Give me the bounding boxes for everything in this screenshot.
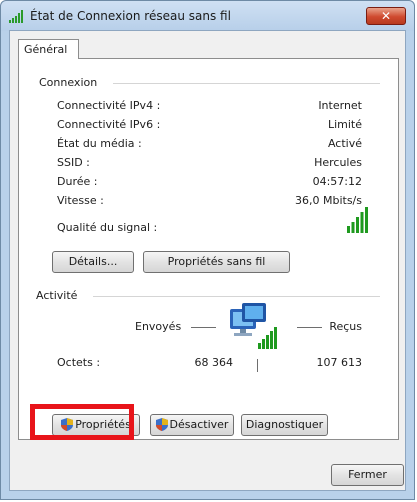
bytes-received-value: 107 613 [316, 356, 363, 369]
window-title: État de Connexion réseau sans fil [30, 9, 231, 23]
properties-highlight-box [30, 404, 134, 440]
bytes-label: Octets : [57, 356, 101, 369]
signal-quality-label: Qualité du signal : [57, 221, 158, 234]
details-button[interactable]: Détails... [52, 251, 134, 273]
signal-strength-icon [347, 207, 368, 233]
connection-group-divider [113, 83, 380, 84]
bytes-sent-value: 68 364 [194, 356, 234, 369]
sent-line [191, 327, 216, 328]
speed-value: 36,0 Mbits/s [295, 194, 362, 207]
bytes-separator [257, 359, 258, 372]
media-state-label: État du média : [57, 137, 142, 150]
disable-button[interactable]: Désactiver [150, 414, 234, 436]
received-label: Reçus [329, 320, 362, 333]
ssid-value: Hercules [314, 156, 362, 169]
duration-value: 04:57:12 [312, 175, 362, 188]
diagnose-button[interactable]: Diagnostiquer [241, 414, 328, 436]
shield-icon [155, 418, 168, 431]
wireless-properties-button[interactable]: Propriétés sans fil [143, 251, 290, 273]
network-computer-icon [230, 303, 277, 349]
media-state-value: Activé [327, 137, 362, 150]
title-bar[interactable]: État de Connexion réseau sans fil ✕ [1, 1, 414, 31]
disable-button-label: Désactiver [169, 418, 229, 431]
activity-group-divider [93, 296, 380, 297]
tab-general[interactable]: Général [18, 39, 79, 59]
ipv4-value: Internet [318, 99, 362, 112]
activity-group-title: Activité [36, 289, 78, 302]
speed-label: Vitesse : [57, 194, 104, 207]
sent-label: Envoyés [135, 320, 182, 333]
wireless-signal-icon [9, 10, 23, 23]
ipv6-label: Connectivité IPv6 : [57, 118, 161, 131]
ssid-label: SSID : [57, 156, 90, 169]
duration-label: Durée : [57, 175, 98, 188]
ipv4-label: Connectivité IPv4 : [57, 99, 161, 112]
connection-group-title: Connexion [39, 76, 98, 89]
close-window-button[interactable]: ✕ [366, 7, 406, 25]
close-button[interactable]: Fermer [331, 464, 404, 486]
general-panel: Connexion Connectivité IPv4 : Internet C… [18, 58, 399, 440]
received-line [297, 327, 322, 328]
ipv6-value: Limité [327, 118, 362, 131]
